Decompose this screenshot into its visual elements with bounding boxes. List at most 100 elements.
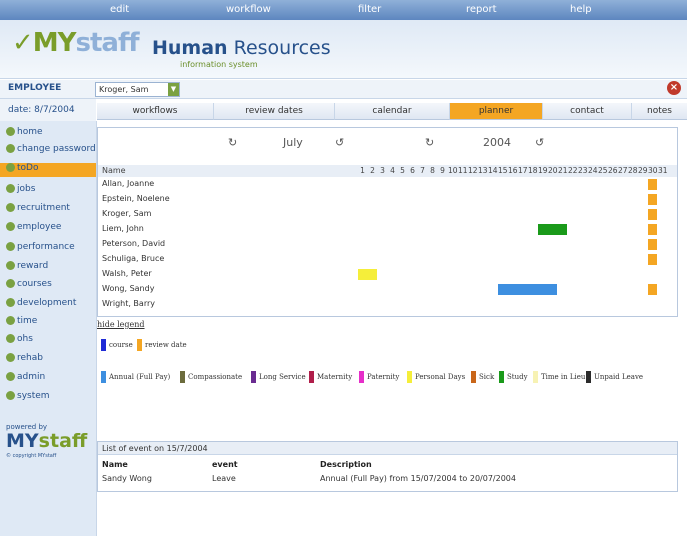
employee-name[interactable]: Schuliga, Bruce (102, 254, 164, 263)
prev-month-icon[interactable]: ↻ (228, 136, 237, 149)
employee-bar: EMPLOYEE Kroger, Sam ▼ × (0, 80, 687, 99)
event-block-review[interactable] (648, 254, 657, 265)
bullet-icon (6, 144, 15, 153)
day-number: 5 (400, 166, 405, 175)
day-number: 14 (488, 166, 498, 175)
bullet-icon (6, 316, 15, 325)
day-number: 21 (558, 166, 568, 175)
event-block-review[interactable] (648, 209, 657, 220)
tab-planner[interactable]: planner (450, 103, 543, 120)
planner-row: Wong, Sandy (98, 284, 677, 295)
tab-bar: workflows review dates calendar planner … (97, 103, 687, 120)
swatch (101, 339, 106, 351)
sidebar-item-development[interactable]: development (6, 298, 76, 312)
day-number: 12 (468, 166, 478, 175)
day-number: 22 (568, 166, 578, 175)
employee-select[interactable]: Kroger, Sam ▼ (95, 82, 180, 97)
sidebar-item-ohs[interactable]: ohs (6, 334, 33, 348)
day-number: 24 (588, 166, 598, 175)
next-month-icon[interactable]: ↺ (335, 136, 344, 149)
event-block-review[interactable] (648, 179, 657, 190)
employee-name[interactable]: Epstein, Noelene (102, 194, 170, 203)
day-number: 29 (638, 166, 648, 175)
date-row: date: 8/7/2004 (0, 99, 96, 121)
planner-row: Schuliga, Bruce (98, 254, 677, 265)
sidebar-item-jobs[interactable]: jobs (6, 184, 35, 198)
tab-calendar[interactable]: calendar (335, 103, 450, 120)
mystaff-logo: ✓MYstaff (12, 28, 140, 58)
employee-name[interactable]: Wong, Sandy (102, 284, 154, 293)
day-number: 3 (380, 166, 385, 175)
legend-maternity: Maternity (309, 371, 352, 383)
sidebar-item-courses[interactable]: courses (6, 279, 52, 293)
next-year-icon[interactable]: ↺ (535, 136, 544, 149)
bullet-icon (6, 261, 15, 270)
employee-name[interactable]: Peterson, David (102, 239, 165, 248)
event-block-review[interactable] (648, 284, 657, 295)
event-block-review[interactable] (648, 194, 657, 205)
employee-name[interactable]: Wright, Barry (102, 299, 155, 308)
menu-report[interactable]: report (466, 4, 497, 15)
month-nav: ↻ July ↺ ↻ 2004 ↺ (98, 128, 677, 153)
events-list-header: List of event on 15/7/2004 (98, 442, 677, 455)
event-block-personal[interactable] (358, 269, 377, 280)
col-event-header: event (212, 460, 238, 469)
day-number: 6 (410, 166, 415, 175)
hide-legend-link[interactable]: hide legend (97, 320, 145, 329)
menu-help[interactable]: help (570, 4, 592, 15)
planner-row: Wright, Barry (98, 299, 677, 310)
bullet-icon (6, 184, 15, 193)
day-header-row: Name 1 2 3 4 5 6 7 8 9 10 11 12 13 14 15 16 17 18 19 20 21 22… (98, 165, 677, 177)
employee-name[interactable]: Kroger, Sam (102, 209, 151, 218)
sidebar-item-employee[interactable]: employee (6, 222, 61, 236)
sidebar-item-reward[interactable]: reward (6, 261, 48, 275)
planner-row: Walsh, Peter (98, 269, 677, 280)
event-block-review[interactable] (648, 224, 657, 235)
event-block-study[interactable] (538, 224, 567, 235)
tab-workflows[interactable]: workflows (97, 103, 214, 120)
sidebar-item-performance[interactable]: performance (6, 242, 75, 256)
legend-personal-days: Personal Days (407, 371, 465, 383)
tab-notes[interactable]: notes (632, 103, 687, 120)
day-number: 25 (598, 166, 608, 175)
tab-review-dates[interactable]: review dates (214, 103, 335, 120)
employee-name[interactable]: Liem, John (102, 224, 144, 233)
day-number: 26 (608, 166, 618, 175)
menu-workflow[interactable]: workflow (226, 4, 271, 15)
bullet-icon (6, 372, 15, 381)
day-number: 28 (628, 166, 638, 175)
menu-filter[interactable]: filter (358, 4, 381, 15)
employee-name[interactable]: Allan, Joanne (102, 179, 154, 188)
day-number: 30 (648, 166, 658, 175)
month-label: July (283, 136, 303, 149)
day-number: 16 (508, 166, 518, 175)
sidebar-item-recruitment[interactable]: recruitment (6, 203, 70, 217)
menu-edit[interactable]: edit (110, 4, 129, 15)
bullet-icon (6, 334, 15, 343)
sidebar-item-todo[interactable]: toDo (0, 163, 96, 177)
close-icon[interactable]: × (667, 81, 681, 95)
bullet-icon (6, 391, 15, 400)
event-block-review[interactable] (648, 239, 657, 250)
sidebar-item-home[interactable]: home (6, 127, 43, 141)
sidebar-item-system[interactable]: system (6, 391, 50, 405)
day-number: 7 (420, 166, 425, 175)
swatch (137, 339, 142, 351)
app-window: edit workflow filter report help ✓MYstaf… (0, 0, 687, 536)
prev-year-icon[interactable]: ↻ (425, 136, 434, 149)
mystaff-footer-logo: MYstaff (6, 430, 88, 452)
event-row-name: Sandy Wong (102, 474, 152, 483)
day-number: 10 (448, 166, 458, 175)
sidebar-item-admin[interactable]: admin (6, 372, 45, 386)
employee-name[interactable]: Walsh, Peter (102, 269, 152, 278)
bullet-icon (6, 222, 15, 231)
sidebar-item-rehab[interactable]: rehab (6, 353, 43, 367)
sidebar-item-time[interactable]: time (6, 316, 37, 330)
tab-contact[interactable]: contact (543, 103, 632, 120)
day-number: 18 (528, 166, 538, 175)
sidebar-item-change-password[interactable]: change password (6, 144, 96, 158)
bullet-icon (6, 242, 15, 251)
bullet-icon (6, 353, 15, 362)
legend-sick: Sick (471, 371, 494, 383)
event-block-annual[interactable] (498, 284, 557, 295)
